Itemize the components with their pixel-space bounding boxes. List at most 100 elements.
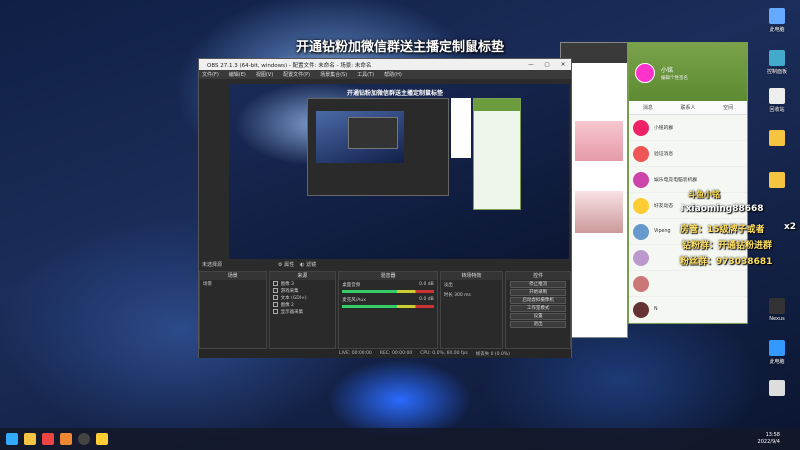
overlay-x2: x2 [784,222,797,232]
tab-space[interactable]: 空间 [723,104,733,111]
tiktok-handle: ♪xiaoming88668 [680,204,764,214]
app-icon[interactable] [60,433,72,445]
source-item[interactable]: 图像 2 [270,301,336,308]
source-status-bar: 未选择源 ⚙ 属性 ◐ 滤镜 [199,259,571,269]
desktop-icon-control[interactable]: 控制面板 [762,50,792,75]
start-icon[interactable] [6,433,18,445]
promo-banner: 开通钻粉加微信群送主播定制鼠标垫 [296,40,505,55]
menu-help[interactable]: 帮助(H) [384,71,402,78]
minimize-icon[interactable]: — [523,62,539,68]
obs-menubar: 文件(F) 编辑(E) 视图(V) 配置文件(P) 场景集合(S) 工具(T) … [199,70,571,79]
transition-dock: 转场特效 淡出 时长 300 ms [439,271,504,349]
exit-button[interactable]: 退出 [510,321,566,328]
nested-chat [473,98,521,210]
scene-item[interactable]: 场景 [200,280,266,287]
desktop-icon-recycle[interactable]: 回收站 [762,88,792,113]
app-icon[interactable] [42,433,54,445]
source-item[interactable]: 游戏采集 [270,287,336,294]
avatar [633,119,649,136]
menu-tools[interactable]: 工具(T) [357,71,374,78]
tab-contacts[interactable]: 联系人 [680,104,695,111]
source-item[interactable]: 图像 3 [270,280,336,287]
tab-messages[interactable]: 消息 [643,104,653,111]
source-item[interactable]: 显示器采集 [270,308,336,315]
thumbnail[interactable] [575,121,623,161]
avatar [633,171,649,188]
taskbar: 13:58 2022/9/4 [0,428,800,450]
chat-row[interactable] [629,271,747,297]
avatar[interactable] [635,63,655,83]
avatar [633,197,649,214]
folder-icon[interactable] [24,433,36,445]
filters-button[interactable]: ◐ 滤镜 [300,261,316,268]
control-panel-icon [769,50,785,66]
file-icon [769,380,785,396]
avatar [633,301,649,318]
obs-preview[interactable]: 开通钻粉加微信群送主播定制鼠标垫 [229,84,569,259]
folder-icon [769,172,785,188]
chat-row[interactable]: N [629,297,747,323]
stop-stream-button[interactable]: 停止推流 [510,281,566,288]
chat-row[interactable]: 验证消息 [629,141,747,167]
chat-row[interactable]: 小铭的群 [629,115,747,141]
folder-icon [769,130,785,146]
menu-file[interactable]: 文件(F) [202,71,219,78]
douyu-overlay: 斗鱼小铭 [688,190,720,199]
desktop-file[interactable] [762,380,792,398]
controls-dock: 控件 停止推流 开始录制 启动虚拟摄像机 工作室模式 设置 退出 [505,271,571,349]
image-icon [272,302,278,307]
computer-icon [769,340,785,356]
text-icon [272,295,278,300]
transition-select[interactable]: 淡出 [441,280,503,290]
recycle-bin-icon [769,88,785,104]
overlay-line2: 钻粉群：开通钻粉进群 [682,241,773,251]
overlay-line3: 粉丝群：973038681 [680,257,773,267]
menu-scene-collection[interactable]: 场景集合(S) [320,71,347,78]
qq-username: 小铭 [661,67,674,74]
qq-icon[interactable] [96,433,108,445]
avatar [633,145,649,162]
menu-edit[interactable]: 编辑(E) [229,71,246,78]
virtual-camera-button[interactable]: 启动虚拟摄像机 [510,297,566,304]
obs-bottom-stats: LIVE: 00:00:00 REC: 00:00:00 CPU: 0.0%, … [199,349,571,358]
obs-titlebar: OBS 27.1.3 (64-bit, windows) - 配置文件: 未命名… [199,59,571,70]
nexus-icon [769,298,785,314]
qq-signature[interactable]: 编辑个性签名 [661,75,688,81]
source-item[interactable]: 文本 (GDI+) [270,294,336,301]
desktop-icon-pc2[interactable]: 此电脑 [762,340,792,365]
desktop-folder[interactable] [762,172,792,190]
settings-button[interactable]: 设置 [510,313,566,320]
qq-window[interactable]: 小铭 编辑个性签名 消息 联系人 空间 小铭的群 验证消息 娱乐电竞电脑装机群 … [628,42,748,324]
preview-title: 开通钻粉加微信群送主播定制鼠标垫 [347,90,444,97]
close-icon[interactable]: ✕ [555,62,571,68]
properties-button[interactable]: ⚙ 属性 [278,261,294,268]
desktop-folder[interactable] [762,130,792,148]
avatar [633,275,649,292]
mixer-channel[interactable]: 麦克风/Aux 0.0 dB [339,295,436,310]
image-icon [272,281,278,286]
nested-obs-preview [307,98,449,196]
desktop-icon-pc[interactable]: 此电脑 [762,8,792,33]
menu-view[interactable]: 视图(V) [256,71,273,78]
start-record-button[interactable]: 开始录制 [510,289,566,296]
mixer-channel[interactable]: 桌面音频 0.0 dB [339,280,436,295]
sources-dock: 来源 图像 3 游戏采集 文本 (GDI+) 图像 2 显示器采集 [268,271,337,349]
transition-duration[interactable]: 时长 300 ms [441,290,503,300]
menu-profile[interactable]: 配置文件(P) [283,71,310,78]
studio-mode-button[interactable]: 工作室模式 [510,305,566,312]
system-clock[interactable]: 13:58 2022/9/4 [758,432,800,446]
qq-header: 小铭 编辑个性签名 [629,43,747,101]
obs-icon[interactable] [78,433,90,445]
avatar [633,249,649,266]
desktop-icon-nexus[interactable]: Nexus [762,298,792,322]
maximize-icon[interactable]: ▢ [539,62,555,68]
thumbnail[interactable] [575,191,623,233]
computer-icon [769,8,785,24]
avatar [633,223,649,240]
obs-window[interactable]: OBS 27.1.3 (64-bit, windows) - 配置文件: 未命名… [198,58,572,358]
qq-tabs: 消息 联系人 空间 [629,101,747,115]
nested-browser [451,98,471,158]
game-icon [272,288,278,293]
overlay-line1: 房管：15级牌子或者 [680,225,765,235]
monitor-icon [272,309,278,314]
